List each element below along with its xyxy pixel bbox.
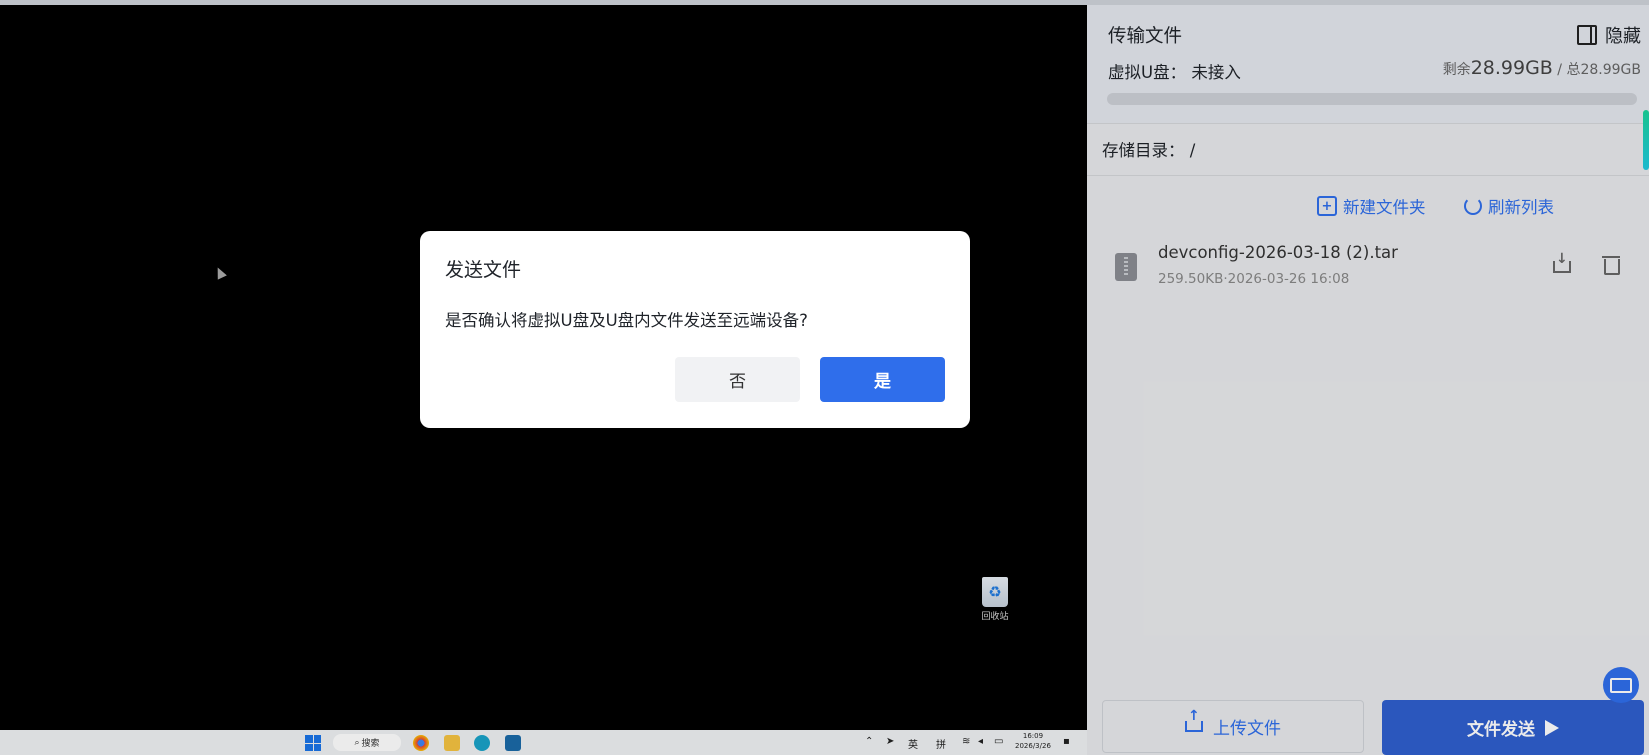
send-file-dialog: 发送文件 是否确认将虚拟U盘及U盘内文件发送至远端设备? 否 是	[420, 231, 970, 428]
dialog-title: 发送文件	[445, 259, 522, 281]
dialog-message: 是否确认将虚拟U盘及U盘内文件发送至远端设备?	[445, 311, 808, 330]
cancel-button[interactable]: 否	[675, 357, 800, 402]
confirm-button[interactable]: 是	[820, 357, 945, 402]
